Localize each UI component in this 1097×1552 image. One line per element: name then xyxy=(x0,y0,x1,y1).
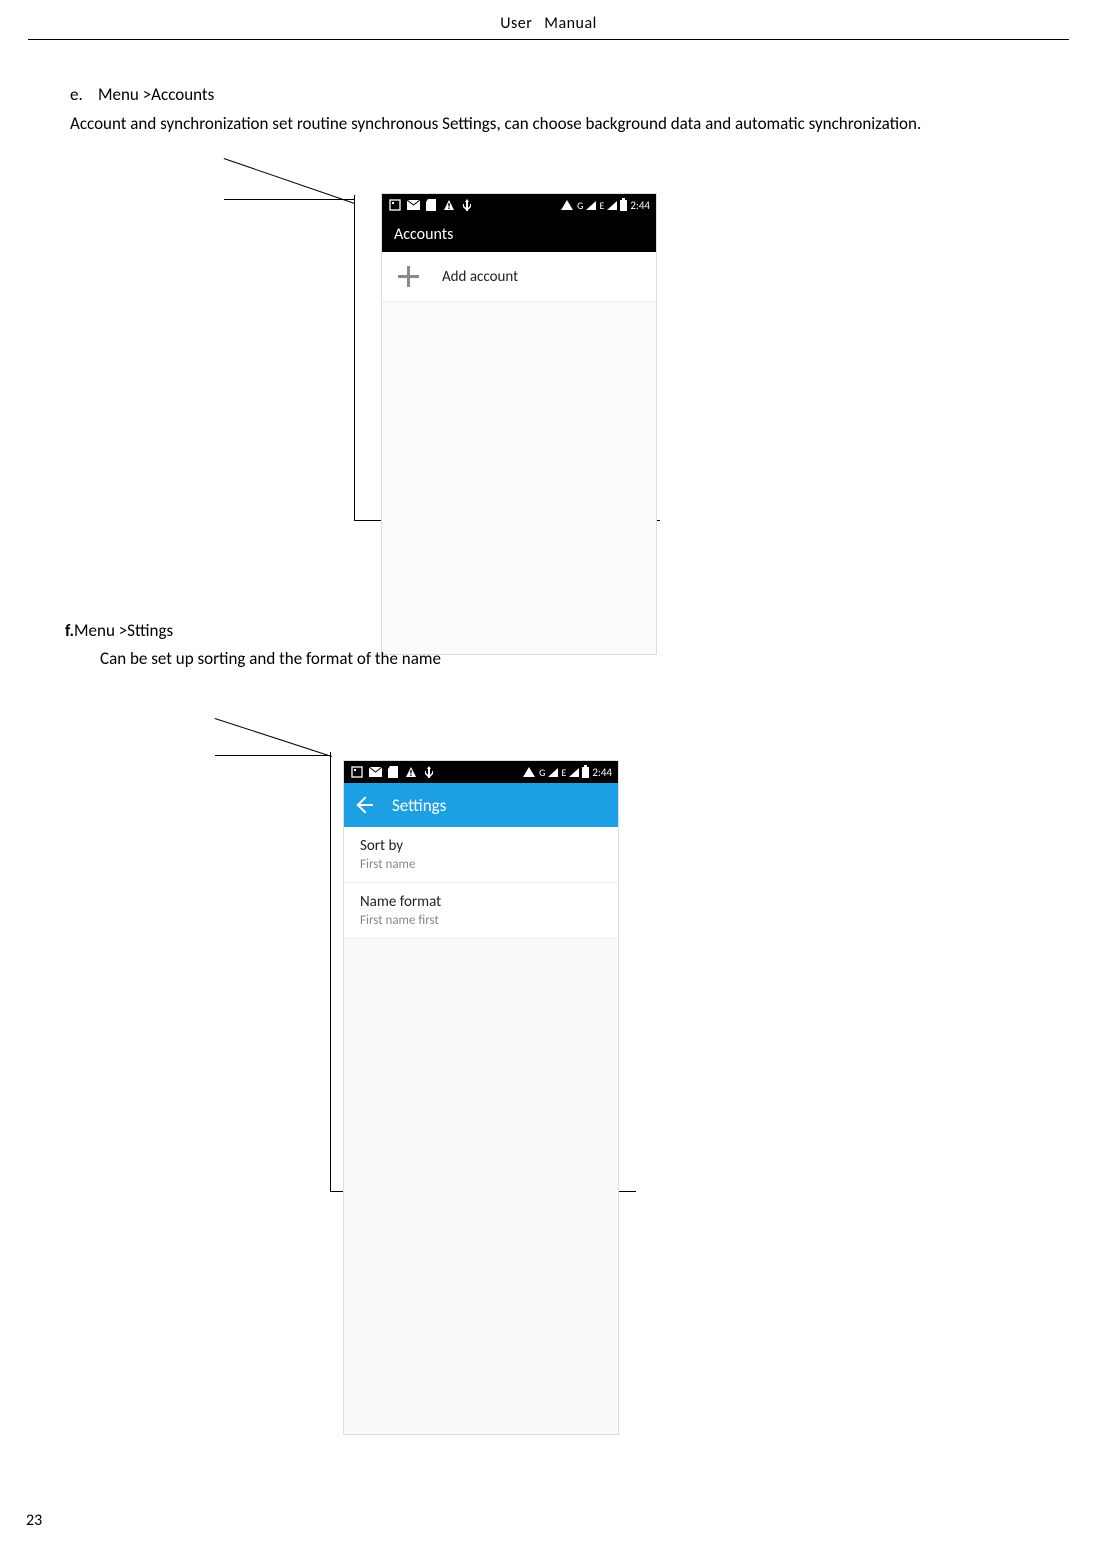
callout-line-2 xyxy=(215,718,331,756)
mail-icon xyxy=(406,199,420,211)
warning-icon xyxy=(442,199,456,211)
warning-icon xyxy=(404,766,418,778)
sort-by-label: Sort by xyxy=(360,837,602,855)
sort-by-value: First name xyxy=(360,857,602,872)
wifi-icon xyxy=(523,767,535,777)
network-g: G xyxy=(577,199,583,212)
sd-icon xyxy=(424,199,438,211)
name-format-value: First name first xyxy=(360,913,602,928)
document-content: e.Menu >Accounts Account and synchroniza… xyxy=(0,40,1097,137)
signal-icon-2 xyxy=(569,768,579,777)
wifi-icon xyxy=(561,200,573,210)
usb-icon xyxy=(460,199,474,211)
usb-icon xyxy=(422,766,436,778)
section-f-sub: Can be set up sorting and the format of … xyxy=(100,648,441,669)
status-time: 2:44 xyxy=(630,199,650,212)
accounts-titlebar: Accounts xyxy=(382,216,656,252)
settings-title: Settings xyxy=(392,795,446,816)
section-f-title: Menu >Sttings xyxy=(74,620,173,641)
plus-icon xyxy=(396,264,422,290)
signal-icon-1 xyxy=(586,201,596,210)
section-f-heading: f.Menu >Sttings xyxy=(65,620,173,641)
mail-icon xyxy=(368,766,382,778)
add-account-label: Add account xyxy=(442,268,518,286)
signal-icon-1 xyxy=(548,768,558,777)
section-e-body: Account and synchronization set routine … xyxy=(0,111,1097,137)
status-bar: G E 2:44 xyxy=(382,194,656,216)
name-format-row[interactable]: Name format First name first xyxy=(344,883,618,939)
callout-line-1 xyxy=(224,158,354,200)
section-f-letter: f. xyxy=(65,620,74,641)
screenshot-icon xyxy=(388,199,402,211)
settings-titlebar: Settings xyxy=(344,783,618,827)
sd-icon xyxy=(386,766,400,778)
page-number: 23 xyxy=(26,1511,42,1530)
page-header: User Manual xyxy=(28,0,1069,40)
battery-icon xyxy=(620,200,627,211)
section-e-title: Menu >Accounts xyxy=(98,84,214,105)
name-format-label: Name format xyxy=(360,893,602,911)
section-e-heading: e.Menu >Accounts xyxy=(0,84,1097,105)
status-time-2: 2:44 xyxy=(592,766,612,779)
battery-icon xyxy=(582,767,589,778)
screenshot-icon xyxy=(350,766,364,778)
sort-by-row[interactable]: Sort by First name xyxy=(344,827,618,883)
network-g: G xyxy=(539,766,545,779)
header-user: User xyxy=(500,14,532,33)
status-bar-2: G E 2:44 xyxy=(344,761,618,783)
network-e: E xyxy=(561,766,566,779)
phone-screenshot-accounts: G E 2:44 Accounts Add account xyxy=(381,193,657,655)
accounts-title: Accounts xyxy=(394,225,453,244)
section-e-letter: e. xyxy=(70,84,98,105)
signal-icon-2 xyxy=(607,201,617,210)
back-arrow-icon[interactable] xyxy=(354,794,376,816)
network-e: E xyxy=(599,199,604,212)
phone-screenshot-settings: G E 2:44 Settings Sort by First name Nam… xyxy=(343,760,619,1435)
header-manual: Manual xyxy=(544,14,597,33)
add-account-row[interactable]: Add account xyxy=(382,252,656,302)
